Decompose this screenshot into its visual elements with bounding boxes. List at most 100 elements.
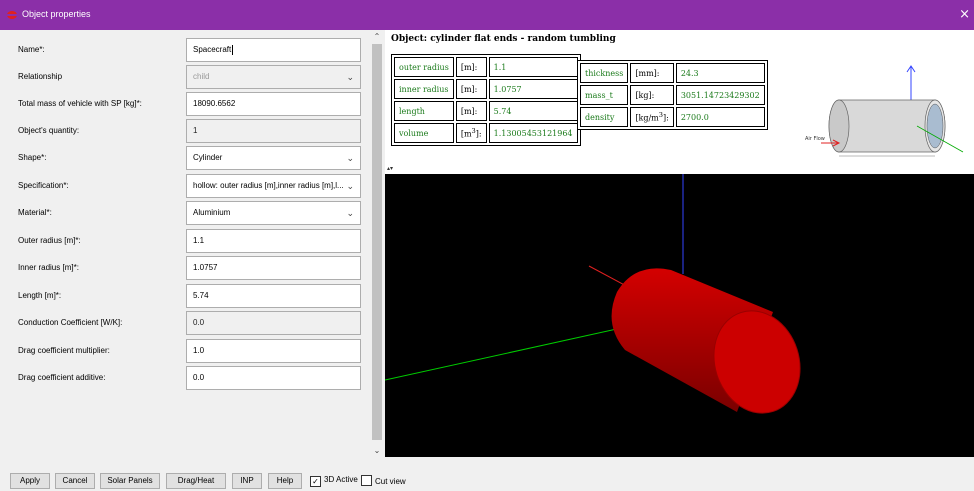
scrollbar-thumb[interactable] bbox=[372, 44, 382, 440]
table-row: length [m]: 5.74 bbox=[394, 101, 578, 121]
solar-panels-button[interactable]: Solar Panels bbox=[100, 473, 160, 489]
app-icon bbox=[7, 11, 17, 19]
3d-scene[interactable] bbox=[385, 174, 974, 457]
cut-view-label: Cut view bbox=[375, 477, 406, 486]
field-input[interactable]: 0.0 bbox=[186, 366, 361, 390]
field-input[interactable]: Cylinder ⌄ bbox=[186, 146, 361, 170]
field-value: 1.1 bbox=[193, 236, 205, 245]
splitter-arrows-icon[interactable]: ▴▾ bbox=[387, 165, 393, 172]
chevron-down-icon[interactable]: ⌄ bbox=[346, 66, 354, 88]
unit-text: [m]: bbox=[460, 62, 478, 72]
unit-text: [m bbox=[460, 129, 472, 139]
property-value: 5.74 bbox=[488, 101, 578, 121]
field-input[interactable]: Aluminium ⌄ bbox=[186, 201, 361, 225]
field-label: Length [m]*: bbox=[18, 291, 62, 300]
property-unit: [m]: bbox=[455, 79, 487, 99]
field-value: 18090.6562 bbox=[193, 99, 236, 108]
object-title: Object: cylinder flat ends - random tumb… bbox=[391, 34, 616, 44]
field-label: Shape*: bbox=[18, 153, 47, 162]
property-unit: [mm]: bbox=[630, 63, 674, 83]
field-label: Name*: bbox=[18, 45, 45, 54]
drag-heat-button[interactable]: Drag/Heat bbox=[166, 473, 226, 489]
field-label: Total mass of vehicle with SP [kg]*: bbox=[18, 99, 142, 108]
scroll-down-icon[interactable]: ⌄ bbox=[370, 446, 384, 455]
unit-text: [m]: bbox=[460, 106, 478, 116]
field-input[interactable]: Spacecraft bbox=[186, 38, 361, 62]
property-name: outer radius bbox=[394, 57, 454, 77]
button-bar: Apply Cancel Solar Panels Drag/Heat INP … bbox=[0, 468, 974, 491]
field-label: Outer radius [m]*: bbox=[18, 236, 81, 245]
3d-active-checkbox[interactable]: ✓ 3D Active bbox=[310, 475, 358, 487]
unit-text: [m]: bbox=[460, 84, 478, 94]
property-value: 1.13005453121964 bbox=[488, 123, 578, 143]
field-value: 1 bbox=[193, 126, 198, 135]
field-label: Relationship bbox=[18, 72, 63, 81]
properties-form: Name*: Spacecraft Relationship child ⌄ Total … bbox=[6, 30, 370, 457]
field-value: 0.0 bbox=[193, 373, 205, 382]
mass-table: thickness [mm]: 24.3 mass_t [kg]: 3051.147234… bbox=[577, 60, 768, 130]
table-row: mass_t [kg]: 3051.14723429302 bbox=[580, 85, 765, 105]
unit-end: ]: bbox=[475, 129, 482, 139]
field-input[interactable]: 5.74 bbox=[186, 284, 361, 308]
table-row: density [kg/m3]: 2700.0 bbox=[580, 107, 765, 127]
dimensions-table: outer radius [m]: 1.1 inner radius [m]: 1.075… bbox=[391, 54, 581, 146]
window-titlebar: Object properties × bbox=[0, 0, 974, 30]
field-value: Aluminium bbox=[193, 208, 231, 217]
3d-viewport[interactable] bbox=[385, 174, 974, 457]
field-label: Conduction Coefficient [W/K]: bbox=[18, 318, 123, 327]
field-input[interactable]: 1.0757 bbox=[186, 256, 361, 280]
field-value: child bbox=[193, 72, 210, 81]
property-name: length bbox=[394, 101, 454, 121]
window-title: Object properties bbox=[22, 9, 91, 19]
chevron-down-icon[interactable]: ⌄ bbox=[346, 175, 354, 197]
field-value: Spacecraft bbox=[193, 45, 232, 54]
unit-text: [kg]: bbox=[635, 90, 655, 100]
close-icon[interactable]: × bbox=[959, 7, 970, 22]
property-name: mass_t bbox=[580, 85, 629, 105]
cut-view-checkbox[interactable]: Cut view bbox=[361, 475, 406, 486]
table-row: inner radius [m]: 1.0757 bbox=[394, 79, 578, 99]
field-value: 5.74 bbox=[193, 291, 209, 300]
property-name: density bbox=[580, 107, 629, 127]
property-name: inner radius bbox=[394, 79, 454, 99]
field-input[interactable]: hollow: outer radius [m],inner radius [m… bbox=[186, 174, 361, 198]
field-input[interactable]: 1.1 bbox=[186, 229, 361, 253]
unit-end: ]: bbox=[662, 113, 669, 123]
property-name: volume bbox=[394, 123, 454, 143]
3d-active-label: 3D Active bbox=[324, 475, 358, 484]
cancel-button[interactable]: Cancel bbox=[55, 473, 95, 489]
table-row: volume [m3]: 1.13005453121964 bbox=[394, 123, 578, 143]
field-label: Material*: bbox=[18, 208, 52, 217]
air-flow-label: Air Flow bbox=[805, 136, 825, 142]
scroll-up-icon[interactable]: ⌃ bbox=[370, 32, 384, 41]
field-value: 1.0 bbox=[193, 346, 205, 355]
property-unit: [m]: bbox=[455, 57, 487, 77]
field-label: Specification*: bbox=[18, 181, 69, 190]
object-info-panel: Object: cylinder flat ends - random tumb… bbox=[385, 30, 974, 170]
field-input[interactable]: 1.0 bbox=[186, 339, 361, 363]
inp-button[interactable]: INP bbox=[232, 473, 262, 489]
chevron-down-icon[interactable]: ⌄ bbox=[346, 202, 354, 224]
field-input[interactable]: 18090.6562 bbox=[186, 92, 361, 116]
field-input: 0.0 bbox=[186, 311, 361, 335]
apply-button[interactable]: Apply bbox=[10, 473, 50, 489]
field-label: Drag coefficient additive: bbox=[18, 373, 106, 382]
field-label: Inner radius [m]*: bbox=[18, 263, 79, 272]
unit-text: [kg/m bbox=[635, 113, 659, 123]
property-unit: [m3]: bbox=[455, 123, 487, 143]
3d-active-check-icon[interactable]: ✓ bbox=[310, 476, 321, 487]
cut-view-check-icon[interactable] bbox=[361, 475, 372, 486]
property-value: 3051.14723429302 bbox=[675, 85, 765, 105]
text-caret bbox=[232, 44, 234, 55]
field-value: hollow: outer radius [m],inner radius [m… bbox=[193, 181, 344, 190]
table-row: outer radius [m]: 1.1 bbox=[394, 57, 578, 77]
property-unit: [kg]: bbox=[630, 85, 674, 105]
unit-text: [mm]: bbox=[635, 68, 660, 78]
form-scrollbar[interactable]: ⌃ ⌄ bbox=[370, 30, 384, 457]
property-unit: [kg/m3]: bbox=[630, 107, 674, 127]
field-label: Drag coefficient multiplier: bbox=[18, 346, 110, 355]
chevron-down-icon[interactable]: ⌄ bbox=[346, 147, 354, 169]
property-value: 2700.0 bbox=[675, 107, 765, 127]
field-input: child ⌄ bbox=[186, 65, 361, 89]
help-button[interactable]: Help bbox=[268, 473, 302, 489]
